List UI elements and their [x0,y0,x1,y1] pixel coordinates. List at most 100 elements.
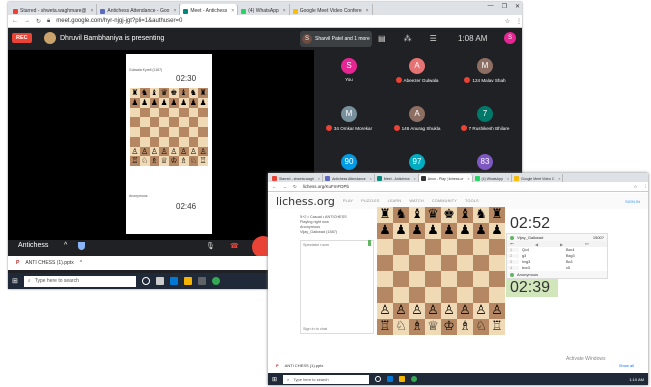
board-square[interactable] [198,127,208,137]
board-square[interactable] [441,271,457,287]
board-square[interactable] [198,107,208,118]
cortana-icon[interactable] [141,277,150,285]
task-view-icon[interactable] [155,277,164,285]
browser-tab[interactable]: (4) WhatsApp × [472,174,512,182]
board-square[interactable] [169,117,179,127]
chess-piece-icon[interactable]: ♚ [169,88,179,98]
black-player[interactable]: Vijay_Gaikwad (1587) [300,230,378,235]
board-square[interactable] [149,127,160,137]
board-square[interactable] [489,271,505,287]
participant-tile[interactable]: 7 7 Rushikesh Bhilare [452,106,518,146]
chat-toggle[interactable] [368,240,371,246]
board-square[interactable] [457,271,473,287]
browser-tab[interactable]: Google Meet Video Confere × [289,4,373,15]
board-square[interactable] [377,271,393,287]
board-square[interactable] [130,107,140,118]
chess-piece-icon[interactable]: ♔ [441,319,457,335]
chess-piece-icon[interactable]: ♗ [149,156,160,166]
chess-piece-icon[interactable]: ♗ [409,319,425,335]
board-square[interactable] [188,117,199,127]
chess-piece-icon[interactable]: ♗ [178,156,189,166]
board-square[interactable] [409,271,425,287]
chess-piece-icon[interactable]: ♙ [178,146,189,157]
chess-piece-icon[interactable]: ♙ [169,146,179,157]
chess-piece-icon[interactable]: ♔ [169,156,179,166]
back-icon[interactable]: ← [12,18,18,24]
close-tab-icon[interactable]: × [231,8,234,14]
chess-piece-icon[interactable]: ♜ [377,207,393,223]
close-tab-icon[interactable]: × [173,8,176,14]
chess-piece-icon[interactable]: ♖ [377,319,393,335]
chess-piece-icon[interactable]: ♟ [188,97,199,108]
close-tab-icon[interactable]: × [283,8,286,14]
chess-piece-icon[interactable]: ♙ [409,303,425,319]
next-move-icon[interactable]: ▶ [557,242,582,247]
participant-tile[interactable]: A 146 Anurag Shukla [384,106,450,146]
forward-icon[interactable]: → [283,184,288,189]
close-tab-icon[interactable]: × [467,177,469,181]
chess-piece-icon[interactable]: ♟ [159,97,169,108]
move-number[interactable]: 3 [507,260,519,264]
maximize-button[interactable]: ❐ [502,3,507,10]
chess-piece-icon[interactable]: ♜ [130,88,140,98]
chess-piece-icon[interactable]: ♜ [489,207,505,223]
chess-board[interactable]: ♜ ♞ ♝ ♛ ♚ ♝ ♞ ♜ ♟ ♟ ♟ ♟ ♟ ♟ ♟ ♟ ♙ ♙ ♙ ♙ ♙ ♙ ♙ ♙ ♖ ♘ ♗ ♕ ♔ ♗ ♘ ♖ [377,207,505,335]
chess-piece-icon[interactable]: ♟ [393,223,409,239]
end-call-icon[interactable]: ☎︎ [230,242,239,250]
move-san[interactable]: Bxc4 [563,248,607,252]
chess-piece-icon[interactable]: ♟ [377,223,393,239]
board-square[interactable] [139,127,150,137]
nav-play[interactable]: PLAY [343,199,353,203]
file-explorer-icon[interactable] [399,376,406,382]
cortana-icon[interactable] [375,376,382,382]
url-field[interactable]: lichess.org/KuFmFDPb [303,184,628,189]
chess-piece-icon[interactable]: ♝ [457,207,473,223]
chess-piece-icon[interactable]: ♙ [139,146,150,157]
menu-icon[interactable]: ⋮ [516,18,522,25]
chess-piece-icon[interactable]: ♙ [198,146,208,157]
close-button[interactable]: ✕ [515,3,520,10]
participant-tile[interactable]: M 124 Malav Shah [452,58,518,98]
move-san[interactable]: Qc4 [519,248,563,252]
own-avatar[interactable]: S [504,32,516,44]
board-square[interactable] [139,117,150,127]
nav-learn[interactable]: LEARN [388,199,402,203]
chess-piece-icon[interactable]: ♟ [473,223,489,239]
board-square[interactable] [441,255,457,271]
browser-tab[interactable]: Meet - Antichess × [180,4,239,15]
nav-community[interactable]: COMMUNITY [432,199,457,203]
phone-chess-board[interactable]: ♜ ♞ ♝ ♛ ♚ ♝ ♞ ♜ ♟ ♟ ♟ ♟ ♟ ♟ ♟ ♟ ♙ ♙ ♙ ♙ ♙ ♙ ♙ ♙ ♖ ♘ ♗ ♕ ♔ ♗ ♘ ♖ [130,88,208,166]
chess-piece-icon[interactable]: ♜ [198,88,208,98]
board-square[interactable] [409,287,425,303]
minimize-button[interactable]: — [488,3,494,10]
url-field[interactable]: meet.google.com/hyr-njgj-jgt?pli=1&authu… [56,18,498,24]
board-square[interactable] [457,255,473,271]
reload-icon[interactable]: ↻ [36,18,41,25]
board-square[interactable] [198,117,208,127]
board-square[interactable] [377,239,393,255]
captions-icon[interactable]: ▤ [378,34,386,43]
menu-icon[interactable]: ⋮ [644,184,649,190]
participant-tile[interactable]: M 34 Omkar Morekar [316,106,382,146]
chess-piece-icon[interactable]: ♞ [473,207,489,223]
prev-move-icon[interactable]: ◀ [532,242,557,247]
chess-piece-icon[interactable]: ♚ [441,207,457,223]
chess-piece-icon[interactable]: ♟ [149,97,160,108]
browser-tab[interactable]: Google Meet Video C × [511,174,564,182]
nav-puzzles[interactable]: PUZZLES [361,199,380,203]
board-square[interactable] [159,136,169,147]
bottom-player-name[interactable]: Anonymous [517,272,538,277]
chess-piece-icon[interactable]: ♟ [178,97,189,108]
board-square[interactable] [393,255,409,271]
board-square[interactable] [149,136,160,147]
chess-piece-icon[interactable]: ♟ [409,223,425,239]
windows-start-icon[interactable]: ⊞ [272,376,277,383]
chess-piece-icon[interactable]: ♙ [441,303,457,319]
chess-piece-icon[interactable]: ♙ [188,146,199,157]
caret-up-icon[interactable]: ^ [64,242,67,249]
chevron-up-icon[interactable]: ^ [80,260,82,266]
chess-piece-icon[interactable]: ♙ [489,303,505,319]
move-san[interactable]: Bc3 [563,260,607,264]
chess-piece-icon[interactable]: ♙ [159,146,169,157]
top-player-name[interactable]: Vijay_Gaikwad [517,235,543,240]
